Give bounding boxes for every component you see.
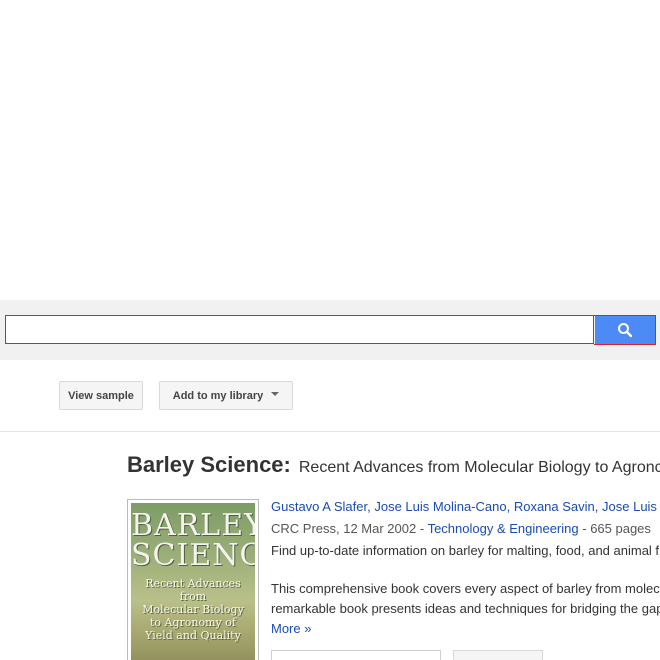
cover-sub-line4: Yield and Quality bbox=[145, 629, 241, 642]
search-input[interactable] bbox=[5, 315, 594, 344]
search-icon bbox=[618, 323, 633, 338]
category-link[interactable]: Technology & Engineering bbox=[428, 521, 579, 536]
authors-line: Gustavo A Slafer, Jose Luis Molina-Cano,… bbox=[271, 499, 657, 514]
cover-title-line2: SCIENCE bbox=[131, 538, 255, 573]
get-book-button[interactable] bbox=[271, 650, 441, 660]
publisher-date: CRC Press, 12 Mar 2002 bbox=[271, 521, 417, 536]
author-link[interactable]: Roxana Savin bbox=[514, 499, 595, 514]
cover-sub-line1: Recent Advances from bbox=[145, 577, 241, 603]
description-line: This comprehensive book covers every asp… bbox=[271, 581, 660, 596]
divider bbox=[0, 431, 660, 432]
more-link[interactable]: More » bbox=[271, 621, 311, 636]
description-line: Find up-to-date information on barley fo… bbox=[271, 543, 660, 558]
view-sample-button[interactable]: View sample bbox=[59, 381, 143, 410]
page-count: 665 pages bbox=[590, 521, 651, 536]
cover-subtitle: Recent Advances from Molecular Biology t… bbox=[131, 577, 255, 642]
book-title: Barley Science bbox=[127, 452, 284, 477]
book-title-line: Barley Science: Recent Advances from Mole… bbox=[127, 452, 660, 478]
author-link[interactable]: Gustavo A Slafer bbox=[271, 499, 367, 514]
cover-title-line1: BARLEY bbox=[131, 508, 255, 543]
cover-sub-line3: to Agronomy of bbox=[150, 616, 236, 629]
view-sample-label: View sample bbox=[68, 389, 134, 402]
cover-title: BARLEY SCIENCE bbox=[131, 503, 255, 571]
author-link[interactable]: Jose Luis Molina-Cano bbox=[374, 499, 506, 514]
add-to-library-button[interactable]: Add to my library bbox=[159, 381, 293, 410]
book-subtitle: Recent Advances from Molecular Biology t… bbox=[298, 459, 660, 476]
book-cover[interactable]: BARLEY SCIENCE Recent Advances from Mole… bbox=[127, 499, 259, 660]
add-to-library-label: Add to my library bbox=[172, 389, 264, 402]
publication-info: CRC Press, 12 Mar 2002 - Technology & En… bbox=[271, 521, 651, 536]
book-page: View sample Add to my library Barley Sci… bbox=[0, 0, 660, 660]
secondary-action-button[interactable] bbox=[453, 650, 543, 660]
cover-sub-line2: Molecular Biology bbox=[142, 603, 244, 616]
chevron-down-icon bbox=[271, 391, 280, 396]
book-cover-image: BARLEY SCIENCE Recent Advances from Mole… bbox=[131, 503, 255, 660]
search-button[interactable] bbox=[595, 315, 656, 345]
description-line: remarkable book presents ideas and techn… bbox=[271, 601, 660, 616]
author-link[interactable]: Jose Luis bbox=[602, 499, 657, 514]
title-colon: : bbox=[283, 452, 291, 477]
